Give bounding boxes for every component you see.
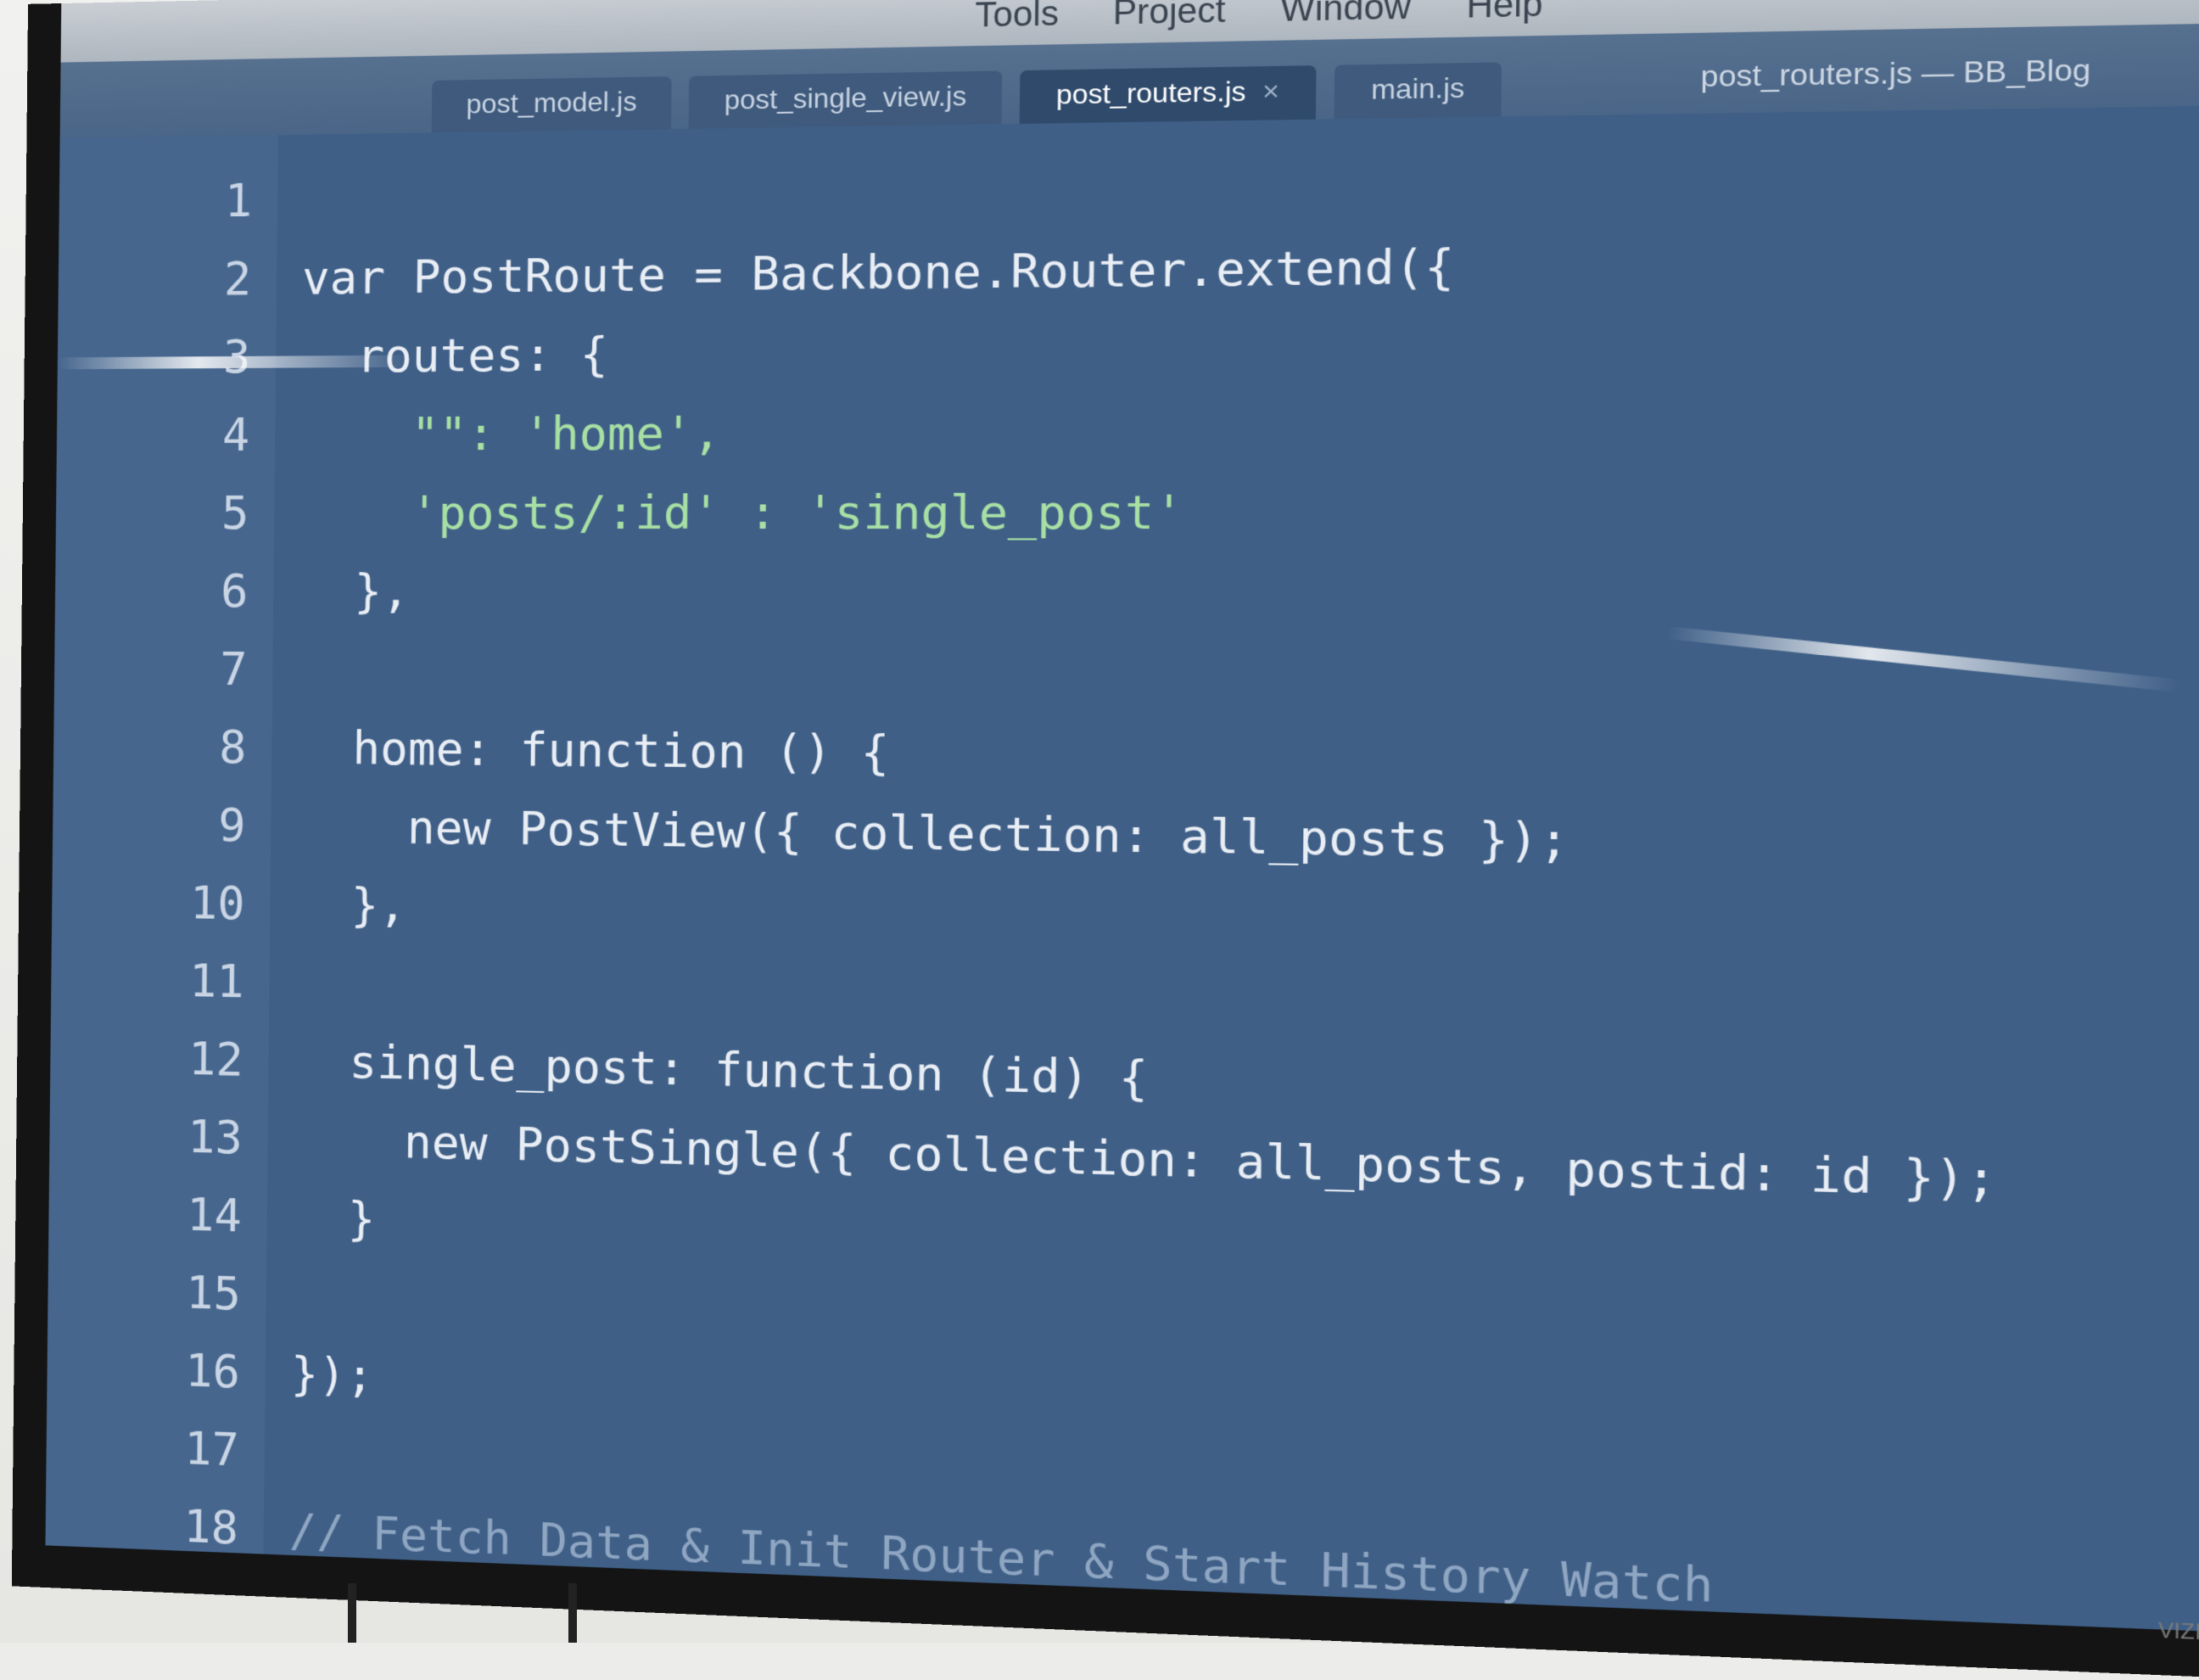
line-number: 8 <box>53 719 298 774</box>
code-text: new PostView({ collection: all_posts }); <box>296 798 1570 868</box>
code-line[interactable]: 4 "": 'home', <box>57 385 2199 473</box>
tab-label: post_model.js <box>466 86 637 120</box>
line-number: 7 <box>54 641 299 696</box>
line-number: 13 <box>49 1106 294 1166</box>
tab-label: main.js <box>1371 72 1465 106</box>
cable <box>348 1583 356 1643</box>
tab-label: post_routers.js <box>1056 76 1246 111</box>
line-number: 2 <box>59 251 303 307</box>
line-number: 12 <box>50 1028 294 1087</box>
code-line[interactable]: 5 'posts/:id' : 'single_post' <box>56 469 2199 553</box>
code-text: single_post: function (id) { <box>294 1033 1149 1106</box>
code-text: "": 'home', <box>300 406 721 461</box>
code-line[interactable]: 6 }, <box>55 552 2199 638</box>
code-text: 'posts/:id' : 'single_post' <box>299 484 1184 540</box>
code-text: home: function () { <box>297 720 890 780</box>
code-text: routes: { <box>301 327 608 383</box>
line-number: 9 <box>53 796 297 852</box>
menu-window[interactable]: Window <box>1280 0 1411 30</box>
tab-post-model[interactable]: post_model.js <box>432 76 672 132</box>
window-title: post_routers.js — BB_Blog <box>1700 53 2090 95</box>
line-number: 6 <box>55 563 299 618</box>
code-text: }); <box>290 1347 373 1403</box>
menu-help[interactable]: Help <box>1466 0 1543 26</box>
tab-label: post_single_view.js <box>724 80 966 116</box>
code-editor[interactable]: 12var PostRoute = Backbone.Router.extend… <box>45 105 2199 1633</box>
line-number: 14 <box>48 1184 293 1244</box>
close-icon[interactable]: × <box>1262 75 1280 108</box>
code-text: } <box>292 1190 375 1246</box>
line-number: 11 <box>51 951 295 1009</box>
monitor-frame: Tools Project Window Help post_model.js … <box>12 0 2199 1680</box>
tab-post-single-view[interactable]: post_single_view.js <box>689 70 1003 128</box>
line-number: 16 <box>47 1339 291 1400</box>
menu-tools[interactable]: Tools <box>975 0 1059 35</box>
code-text: var PostRoute = Backbone.Router.extend({ <box>302 238 1455 305</box>
line-number: 15 <box>48 1261 292 1321</box>
cable <box>568 1583 577 1643</box>
screen-glare <box>58 356 412 370</box>
line-number: 10 <box>52 874 296 931</box>
line-number: 4 <box>57 407 301 462</box>
code-text: }, <box>295 877 406 932</box>
code-text: }, <box>299 564 410 619</box>
line-number: 18 <box>45 1493 289 1556</box>
line-number: 5 <box>56 485 300 539</box>
tab-post-routers[interactable]: post_routers.js × <box>1020 65 1316 124</box>
menu-project[interactable]: Project <box>1112 0 1225 32</box>
editor-window: Tools Project Window Help post_model.js … <box>45 0 2199 1633</box>
line-number: 17 <box>46 1416 290 1478</box>
line-number: 1 <box>59 172 304 229</box>
tab-main[interactable]: main.js <box>1334 62 1502 119</box>
